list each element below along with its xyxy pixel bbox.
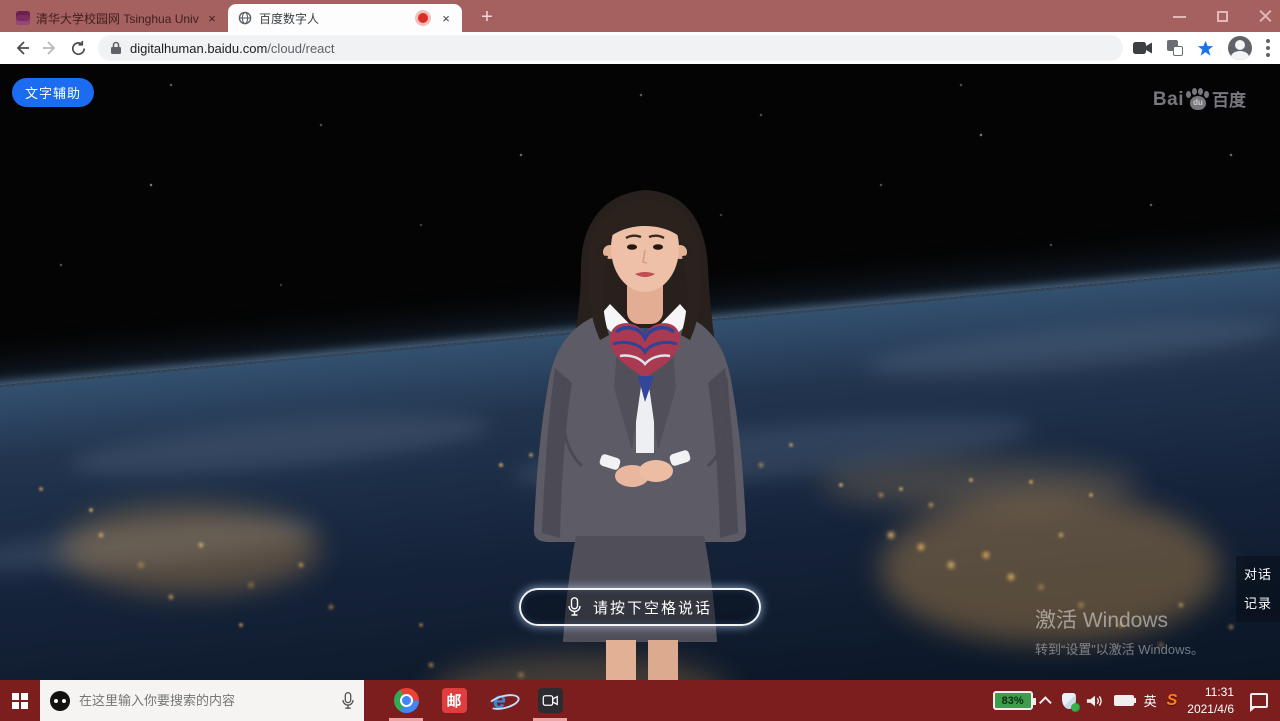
browser-titlebar: 清华大学校园网 Tsinghua Univ × 百度数字人 × + <box>0 0 1280 32</box>
back-icon[interactable] <box>8 34 36 62</box>
recording-indicator-icon <box>418 13 428 23</box>
menu-icon[interactable] <box>1266 39 1270 57</box>
close-tab-icon[interactable]: × <box>438 10 454 26</box>
internet-explorer-icon: e <box>489 688 515 714</box>
taskbar-search-input[interactable] <box>79 693 333 708</box>
tab-title: 百度数字人 <box>259 10 412 27</box>
bookmark-star-icon[interactable] <box>1197 40 1214 57</box>
taskbar-search[interactable] <box>40 680 364 721</box>
profile-avatar[interactable] <box>1228 36 1252 60</box>
clock-date: 2021/4/6 <box>1187 701 1234 717</box>
forward-icon[interactable] <box>36 34 64 62</box>
taskbar-ie[interactable]: e <box>488 680 516 721</box>
language-indicator[interactable]: 英 <box>1144 691 1157 710</box>
url-host: digitalhuman.baidu.com <box>130 41 267 56</box>
toolbar-icons <box>1133 36 1272 60</box>
minimize-icon[interactable] <box>1173 10 1186 23</box>
maximize-icon[interactable] <box>1216 10 1229 23</box>
sogou-input-icon[interactable]: S <box>1167 692 1178 710</box>
address-bar[interactable]: digitalhuman.baidu.com/cloud/react <box>98 35 1123 61</box>
baidu-logo-cn: 百度 <box>1212 86 1246 111</box>
citylight-glow <box>60 504 320 594</box>
windows-taskbar: 邮 e 83% 英 S 11:31 <box>0 680 1280 721</box>
lock-icon <box>110 41 122 55</box>
chrome-icon <box>389 683 423 717</box>
windows-logo-icon <box>12 693 28 709</box>
refresh-icon[interactable] <box>64 34 92 62</box>
baidu-paw-icon: du <box>1187 89 1209 111</box>
baidu-logo-du: du <box>1187 98 1209 107</box>
window-controls <box>1173 0 1272 32</box>
push-to-talk-label: 请按下空格说话 <box>593 597 712 618</box>
close-tab-icon[interactable]: × <box>204 10 220 26</box>
digital-human-page: 文字辅助 Bai du 百度 请按下空格说话 对话 记录 激活 Windows … <box>0 64 1280 680</box>
tab-dialog[interactable]: 对话 <box>1244 564 1272 583</box>
tab-title: 清华大学校园网 Tsinghua Univ <box>36 10 200 27</box>
video-app-icon <box>538 688 563 713</box>
volume-icon[interactable] <box>1086 693 1104 709</box>
push-to-talk-button[interactable]: 请按下空格说话 <box>519 588 761 626</box>
browser-toolbar: digitalhuman.baidu.com/cloud/react <box>0 32 1280 64</box>
watermark-title: 激活 Windows <box>1035 604 1204 634</box>
tsinghua-favicon <box>16 11 30 25</box>
text-assist-button[interactable]: 文字辅助 <box>12 78 94 107</box>
system-tray: 83% 英 S 11:31 2021/4/6 <box>993 684 1280 716</box>
translate-icon[interactable] <box>1167 40 1183 56</box>
taskbar-clock[interactable]: 11:31 2021/4/6 <box>1187 684 1234 716</box>
clock-time: 11:31 <box>1187 684 1234 700</box>
mail-icon: 邮 <box>442 688 467 713</box>
new-tab-button[interactable]: + <box>474 4 500 30</box>
url-path: /cloud/react <box>267 41 334 56</box>
taskbar-apps: 邮 e <box>392 680 564 721</box>
tab-record[interactable]: 记录 <box>1244 593 1272 612</box>
defender-shield-icon[interactable] <box>1062 693 1076 709</box>
taskbar-chrome[interactable] <box>392 680 420 721</box>
baidu-logo: Bai du 百度 <box>1153 86 1246 111</box>
battery-percent-widget[interactable]: 83% <box>993 691 1033 710</box>
screen: 清华大学校园网 Tsinghua Univ × 百度数字人 × + <box>0 0 1280 721</box>
microphone-icon <box>568 597 581 617</box>
taskbar-camera-app[interactable] <box>536 680 564 721</box>
windows-activation-watermark: 激活 Windows 转到“设置”以激活 Windows。 <box>1035 604 1204 658</box>
search-mic-icon[interactable] <box>342 692 354 710</box>
taskbar-mail[interactable]: 邮 <box>440 680 468 721</box>
search-assistant-icon <box>50 691 70 711</box>
citylight-glow <box>820 459 1140 509</box>
action-center-icon[interactable] <box>1250 693 1268 708</box>
globe-icon <box>238 11 252 25</box>
tab-digital-human[interactable]: 百度数字人 × <box>228 4 462 32</box>
tray-expand-icon[interactable] <box>1039 696 1052 709</box>
side-panel-tabs: 对话 记录 <box>1236 556 1280 622</box>
tab-tsinghua[interactable]: 清华大学校园网 Tsinghua Univ × <box>8 4 226 32</box>
camera-icon[interactable] <box>1133 41 1153 55</box>
start-button[interactable] <box>0 680 40 721</box>
baidu-logo-bai: Bai <box>1153 89 1184 111</box>
citylights-decoration <box>0 64 2 66</box>
close-window-icon[interactable] <box>1259 10 1272 23</box>
battery-icon[interactable] <box>1114 695 1134 706</box>
watermark-subtitle: 转到“设置”以激活 Windows。 <box>1035 639 1204 658</box>
